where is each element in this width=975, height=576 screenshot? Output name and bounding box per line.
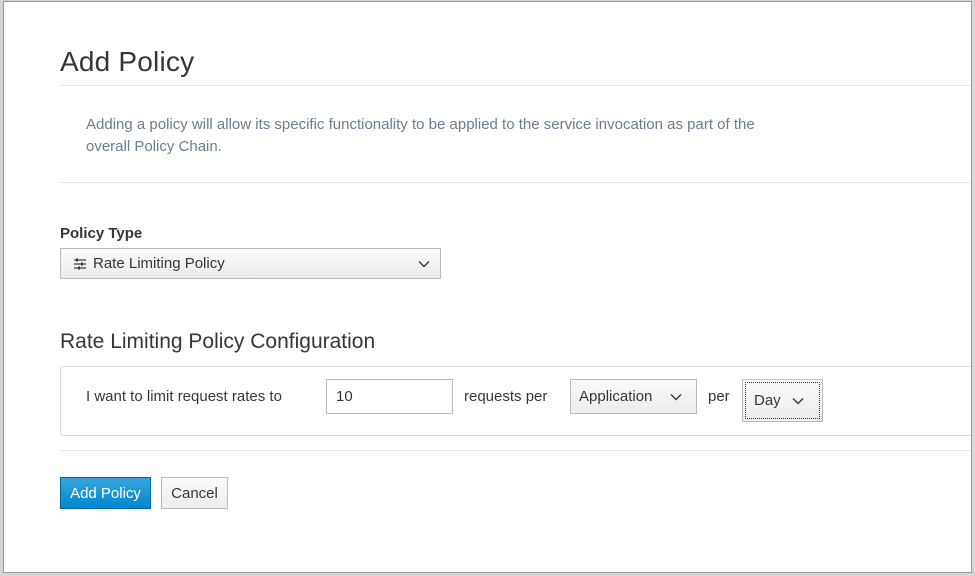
- title-divider: [60, 85, 971, 86]
- per-text: per: [708, 388, 730, 405]
- granularity-selected: Application: [579, 388, 653, 405]
- policy-type-select[interactable]: Rate Limiting Policy: [60, 248, 441, 279]
- chevron-down-icon: [670, 393, 682, 401]
- config-section-title: Rate Limiting Policy Configuration: [60, 330, 376, 353]
- requests-per-text: requests per: [464, 388, 548, 405]
- description-divider: [60, 182, 971, 183]
- period-selected: Day: [754, 392, 781, 409]
- granularity-select[interactable]: Application: [570, 379, 697, 414]
- chevron-down-icon: [792, 397, 804, 405]
- form-divider: [60, 450, 971, 451]
- period-select[interactable]: Day: [742, 379, 823, 422]
- limit-value-input[interactable]: [326, 379, 453, 414]
- policy-type-label: Policy Type: [60, 225, 143, 242]
- page-title: Add Policy: [60, 46, 195, 77]
- sliders-icon: [73, 258, 87, 270]
- cancel-button[interactable]: Cancel: [161, 477, 228, 509]
- policy-type-selected: Rate Limiting Policy: [93, 255, 225, 272]
- limit-prefix-text: I want to limit request rates to: [86, 388, 282, 405]
- add-policy-button[interactable]: Add Policy: [60, 477, 151, 509]
- add-policy-dialog: Add Policy Adding a policy will allow it…: [3, 1, 972, 573]
- chevron-down-icon: [418, 260, 430, 268]
- description-text: Adding a policy will allow its specific …: [86, 116, 755, 155]
